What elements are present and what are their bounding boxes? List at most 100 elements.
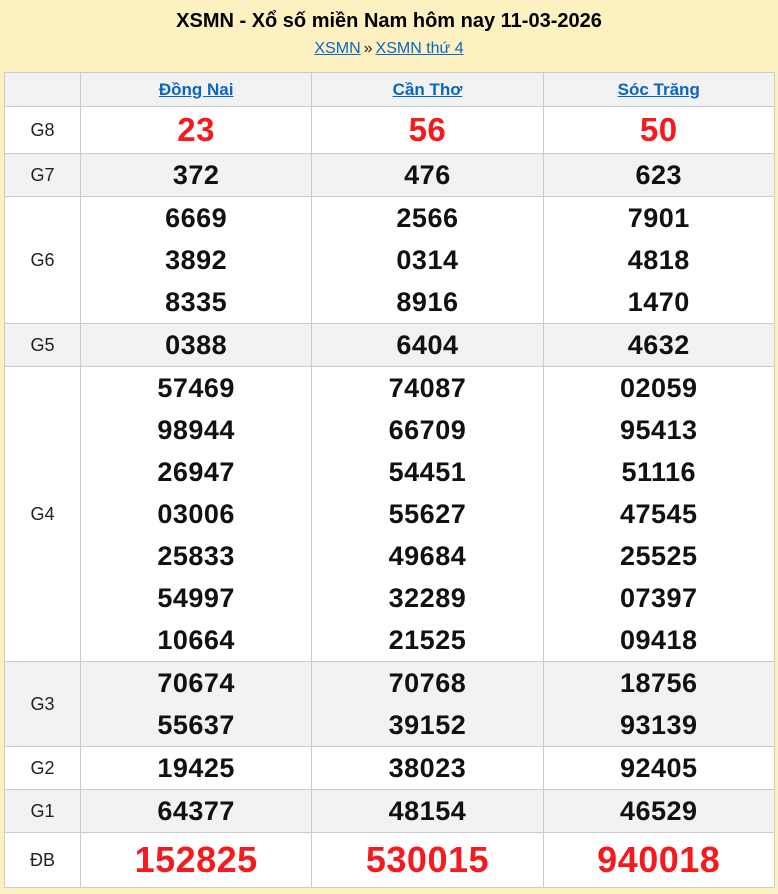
prize-number: 66709 bbox=[388, 415, 467, 445]
prize-cell: 372 bbox=[79, 153, 313, 197]
prize-number: 55627 bbox=[388, 499, 467, 529]
prize-cell: 38023 bbox=[311, 746, 544, 790]
prize-number: 6404 bbox=[396, 330, 459, 360]
prize-number: 38023 bbox=[388, 753, 467, 783]
prize-label: G2 bbox=[4, 746, 81, 790]
page-header: XSMN - Xổ số miền Nam hôm nay 11-03-2026… bbox=[0, 0, 778, 72]
prize-row-g1: G1 64377 48154 46529 bbox=[4, 789, 775, 833]
prize-number: 95413 bbox=[619, 415, 698, 445]
prize-number: 51116 bbox=[621, 457, 697, 487]
prize-number: 54451 bbox=[388, 457, 467, 487]
prize-cell: 152825 bbox=[79, 832, 313, 888]
prize-label: G8 bbox=[4, 106, 81, 154]
prize-number: 4818 bbox=[627, 245, 690, 275]
prize-cell: 476 bbox=[311, 153, 544, 197]
province-link-dong-nai[interactable]: Đồng Nai bbox=[159, 80, 234, 99]
prize-row-db: ĐB 152825 530015 940018 bbox=[4, 832, 775, 888]
corner-cell bbox=[4, 72, 81, 107]
prize-number: 6669 bbox=[165, 203, 228, 233]
prize-number: 25833 bbox=[157, 541, 235, 571]
prize-cell: 623 bbox=[542, 153, 775, 197]
prize-number: 19425 bbox=[157, 753, 235, 783]
lottery-results-table: Đồng Nai Cần Thơ Sóc Trăng G8 23 56 50 G7 372… bbox=[4, 72, 775, 888]
prize-cell: 19425 bbox=[79, 746, 313, 790]
breadcrumb-separator: » bbox=[363, 40, 373, 57]
prize-row-g2: G2 19425 38023 92405 bbox=[4, 746, 775, 790]
prize-number: 8916 bbox=[396, 287, 459, 317]
prize-row-g7: G7 372 476 623 bbox=[4, 153, 775, 197]
prize-number: 02059 bbox=[619, 373, 698, 403]
prize-number: 92405 bbox=[619, 753, 698, 783]
prize-label: G7 bbox=[4, 153, 81, 197]
prize-number: 46529 bbox=[619, 796, 698, 826]
prize-number: 39152 bbox=[388, 710, 467, 740]
prize-number: 56 bbox=[408, 111, 447, 148]
prize-cell: 6669 3892 8335 bbox=[79, 196, 313, 324]
prize-number: 32289 bbox=[388, 583, 467, 613]
breadcrumb-link-home[interactable]: XSMN bbox=[314, 40, 360, 57]
prize-label: G4 bbox=[4, 366, 81, 662]
prize-number: 152825 bbox=[134, 839, 258, 880]
prize-number: 0314 bbox=[396, 245, 459, 275]
prize-label: G3 bbox=[4, 661, 81, 747]
prize-cell: 7901 4818 1470 bbox=[542, 196, 775, 324]
page-title: XSMN - Xổ số miền Nam hôm nay 11-03-2026 bbox=[176, 10, 602, 32]
prize-number: 372 bbox=[172, 160, 220, 190]
prize-number: 55637 bbox=[157, 710, 235, 740]
prize-cell: 2566 0314 8916 bbox=[311, 196, 544, 324]
prize-number: 48154 bbox=[388, 796, 467, 826]
column-header-soc-trang: Sóc Trăng bbox=[542, 72, 775, 107]
prize-row-g5: G5 0388 6404 4632 bbox=[4, 323, 775, 367]
prize-cell: 02059 95413 51116 47545 25525 07397 09418 bbox=[542, 366, 775, 662]
prize-cell: 50 bbox=[542, 106, 775, 154]
prize-number: 476 bbox=[404, 160, 451, 190]
province-link-can-tho[interactable]: Cần Thơ bbox=[393, 80, 463, 99]
results-body: G8 23 56 50 G7 372 476 623 G6 6669 3892 8335 2566 031… bbox=[4, 106, 775, 888]
prize-cell: 18756 93139 bbox=[542, 661, 775, 747]
prize-number: 50 bbox=[639, 111, 678, 148]
prize-cell: 6404 bbox=[311, 323, 544, 367]
column-header-dong-nai: Đồng Nai bbox=[79, 72, 313, 107]
prize-number: 2566 bbox=[396, 203, 459, 233]
prize-cell: 70674 55637 bbox=[79, 661, 313, 747]
prize-number: 47545 bbox=[619, 499, 698, 529]
column-header-can-tho: Cần Thơ bbox=[311, 72, 544, 107]
prize-cell: 530015 bbox=[311, 832, 544, 888]
prize-number: 25525 bbox=[619, 541, 698, 571]
prize-label: G1 bbox=[4, 789, 81, 833]
prize-number: 49684 bbox=[388, 541, 467, 571]
prize-number: 623 bbox=[635, 160, 683, 190]
prize-cell: 70768 39152 bbox=[311, 661, 544, 747]
prize-number: 70768 bbox=[388, 668, 467, 698]
prize-number: 8335 bbox=[165, 287, 228, 317]
province-link-soc-trang[interactable]: Sóc Trăng bbox=[618, 80, 700, 99]
prize-number: 64377 bbox=[157, 796, 235, 826]
prize-cell: 64377 bbox=[79, 789, 313, 833]
prize-number: 10664 bbox=[157, 625, 235, 655]
prize-number: 70674 bbox=[157, 668, 235, 698]
prize-number: 07397 bbox=[619, 583, 698, 613]
prize-row-g8: G8 23 56 50 bbox=[4, 106, 775, 154]
prize-label: G6 bbox=[4, 196, 81, 324]
breadcrumb: XSMN» XSMN thứ 4 bbox=[0, 40, 778, 58]
prize-number: 98944 bbox=[157, 415, 235, 445]
prize-cell: 0388 bbox=[79, 323, 313, 367]
prize-cell: 4632 bbox=[542, 323, 775, 367]
prize-cell: 46529 bbox=[542, 789, 775, 833]
prize-number: 74087 bbox=[388, 373, 467, 403]
prize-number: 26947 bbox=[157, 457, 235, 487]
prize-number: 09418 bbox=[619, 625, 698, 655]
prize-number: 4632 bbox=[627, 330, 690, 360]
prize-number: 940018 bbox=[597, 839, 721, 880]
breadcrumb-link-current[interactable]: XSMN thứ 4 bbox=[376, 40, 464, 57]
prize-number: 0388 bbox=[165, 330, 228, 360]
prize-number: 1470 bbox=[627, 287, 690, 317]
prize-number: 54997 bbox=[157, 583, 235, 613]
prize-number: 18756 bbox=[619, 668, 698, 698]
prize-cell: 56 bbox=[311, 106, 544, 154]
prize-label: ĐB bbox=[4, 832, 81, 888]
prize-row-g4: G4 57469 98944 26947 03006 25833 54997 10664 740… bbox=[4, 366, 775, 662]
column-header-row: Đồng Nai Cần Thơ Sóc Trăng bbox=[4, 72, 775, 107]
prize-number: 21525 bbox=[388, 625, 467, 655]
prize-cell: 23 bbox=[79, 106, 313, 154]
